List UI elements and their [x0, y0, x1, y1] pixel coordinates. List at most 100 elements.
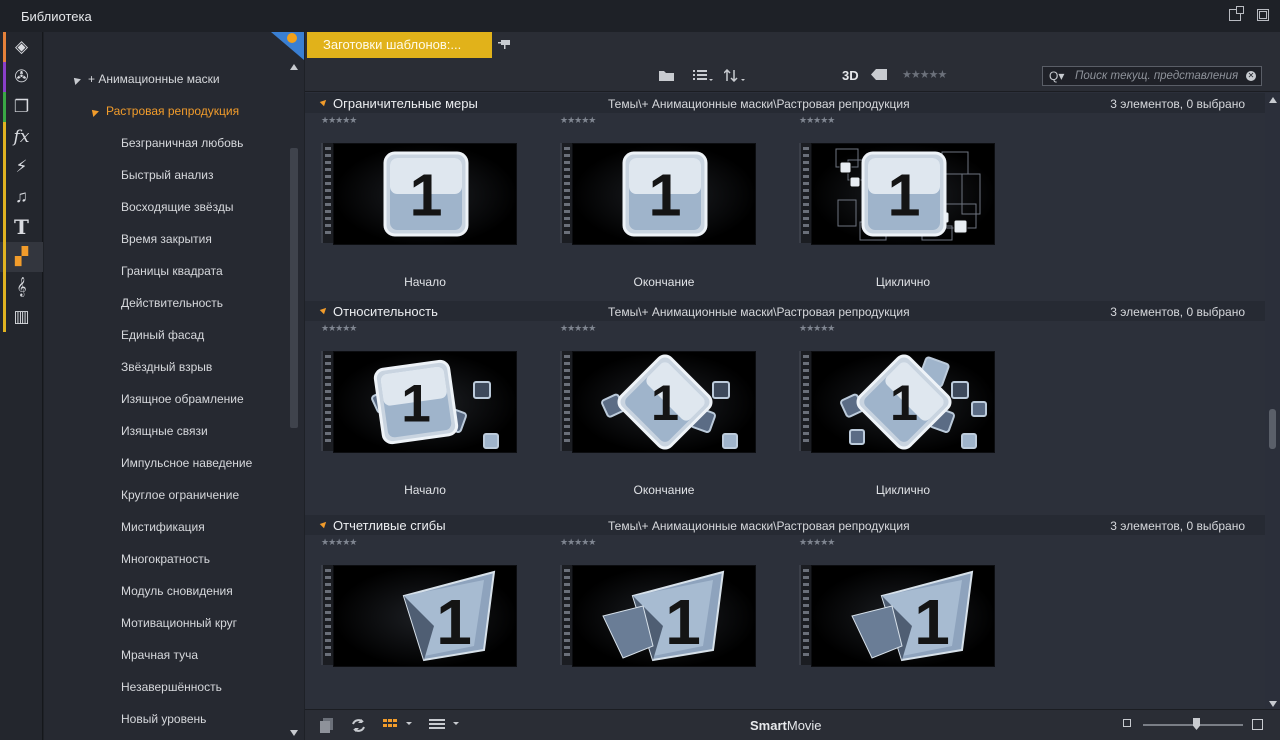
template-thumbnail[interactable]: 1	[572, 565, 756, 667]
3d-filter-button[interactable]: 3D	[842, 68, 859, 83]
tab-templates[interactable]: Заготовки шаблонов:...	[307, 32, 492, 58]
template-thumbnail[interactable]: 1	[333, 565, 517, 667]
expand-arrow-icon[interactable]	[71, 74, 81, 85]
copy-icon[interactable]	[320, 718, 334, 733]
template-thumbnail[interactable]: 1	[811, 351, 995, 453]
tree-scrollbar[interactable]	[289, 62, 299, 738]
tree-item[interactable]: Звёздный взрыв	[121, 358, 212, 376]
tree-scroll-thumb[interactable]	[290, 148, 298, 428]
content-scrollbar[interactable]	[1265, 93, 1280, 709]
zoom-large-icon[interactable]	[1252, 719, 1263, 730]
template-thumbnail[interactable]: 1	[572, 143, 756, 245]
template-thumbnail[interactable]: 1	[811, 565, 995, 667]
tag-filter-icon[interactable]	[871, 69, 887, 80]
section-count: 3 элементов, 0 выбрано	[1110, 305, 1245, 319]
template-thumbnail[interactable]: 1	[811, 143, 995, 245]
effects-icon-glyph: fx	[13, 127, 30, 147]
refresh-icon[interactable]	[351, 718, 366, 733]
templates-icon[interactable]: ▞	[0, 242, 43, 272]
film-reel-icon[interactable]: ✇	[0, 62, 43, 92]
template-item[interactable]: ★★★★★ 1	[783, 535, 995, 709]
tree-item[interactable]: Восходящие звёзды	[121, 198, 233, 216]
zoom-small-icon[interactable]	[1123, 719, 1131, 727]
folder-icon[interactable]	[658, 69, 675, 82]
expand-arrow-icon[interactable]	[89, 106, 99, 117]
template-thumbnail[interactable]: 1	[333, 143, 517, 245]
item-rating[interactable]: ★★★★★	[799, 323, 835, 334]
tree-item[interactable]: Многократность	[121, 550, 210, 568]
tree-item[interactable]: Изящные связи	[121, 422, 208, 440]
template-item[interactable]: ★★★★★ 1 Циклично	[783, 321, 995, 511]
template-section: Относительность Темы\+ Анимационные маск…	[305, 301, 1265, 515]
tree-item[interactable]: Импульсное наведение	[121, 454, 252, 472]
template-item[interactable]: ★★★★★ 1	[544, 535, 756, 709]
tree-item[interactable]: Время закрытия	[121, 230, 212, 248]
clips-icon[interactable]: ❐	[0, 92, 43, 122]
item-rating[interactable]: ★★★★★	[799, 115, 835, 126]
tree-item-selected[interactable]: Растровая репродукция	[89, 102, 239, 120]
template-item[interactable]: ★★★★★ 1 Окончание	[544, 321, 756, 511]
sort-icon[interactable]	[724, 69, 748, 82]
template-item[interactable]: ★★★★★ 1	[305, 535, 517, 709]
tree-item[interactable]: Действительность	[121, 294, 223, 312]
list-view-icon[interactable]	[693, 69, 713, 82]
item-rating[interactable]: ★★★★★	[560, 323, 596, 334]
titles-icon[interactable]: T	[0, 212, 43, 242]
transitions-icon[interactable]: ⚡	[0, 152, 43, 182]
tree-item[interactable]: Новый уровень	[121, 710, 206, 728]
tree-item[interactable]: Мистификация	[121, 518, 205, 536]
item-rating[interactable]: ★★★★★	[799, 537, 835, 548]
piano-icon[interactable]: ▥	[0, 302, 43, 332]
smartmovie-button[interactable]: SmartMovie	[750, 718, 822, 733]
tree-item[interactable]: Мотивационный круг	[121, 614, 237, 632]
item-rating[interactable]: ★★★★★	[321, 115, 357, 126]
tree-item[interactable]: Незавершённость	[121, 678, 222, 696]
template-thumbnail[interactable]: 1	[572, 351, 756, 453]
tree-item[interactable]: Мрачная туча	[121, 646, 198, 664]
clear-search-icon[interactable]: ✕	[1246, 71, 1256, 81]
tree-item[interactable]: Быстрый анализ	[121, 166, 214, 184]
pin-tab-icon[interactable]	[498, 38, 512, 50]
tree-item[interactable]: Единый фасад	[121, 326, 204, 344]
scroll-up-icon[interactable]	[290, 64, 298, 70]
section-header[interactable]: Ограничительные меры Темы\+ Анимационные…	[305, 93, 1265, 113]
item-rating[interactable]: ★★★★★	[321, 537, 357, 548]
item-rating[interactable]: ★★★★★	[560, 537, 596, 548]
search-icon[interactable]: Q▾	[1049, 69, 1064, 83]
project-bins-icon[interactable]: ◈	[0, 32, 43, 62]
tree-item[interactable]: Границы квадрата	[121, 262, 223, 280]
tree-item[interactable]: Круглое ограничение	[121, 486, 239, 504]
undock-icon[interactable]	[1229, 6, 1244, 21]
tree-item-animated-masks[interactable]: + Анимационные маски	[71, 70, 220, 88]
pin-icon[interactable]	[287, 33, 297, 43]
score-icon[interactable]: 𝄞	[0, 272, 43, 302]
template-item[interactable]: ★★★★★ 1 Окончание	[544, 113, 756, 303]
grid-view-icon[interactable]	[383, 718, 413, 731]
scroll-up-icon[interactable]	[1269, 97, 1277, 103]
rating-filter[interactable]: ★★★★★	[902, 68, 947, 81]
search-input[interactable]: Q▾ Поиск текущ. представления ✕	[1042, 66, 1262, 86]
collapse-arrow-icon[interactable]	[319, 305, 329, 315]
item-rating[interactable]: ★★★★★	[560, 115, 596, 126]
scroll-down-icon[interactable]	[290, 730, 298, 736]
scroll-down-icon[interactable]	[1269, 701, 1277, 707]
tree-item[interactable]: Модуль сновидения	[121, 582, 233, 600]
template-thumbnail[interactable]: 1	[333, 351, 517, 453]
template-item[interactable]: ★★★★★ 1 Начало	[305, 113, 517, 303]
tree-item[interactable]: Безграничная любовь	[121, 134, 243, 152]
collapse-arrow-icon[interactable]	[319, 97, 329, 107]
effects-icon[interactable]: fx	[0, 122, 43, 152]
collapse-arrow-icon[interactable]	[319, 519, 329, 529]
template-item[interactable]: ★★★★★ 1 Начало	[305, 321, 517, 511]
template-item[interactable]: ★★★★★ 1 Циклично	[783, 113, 995, 303]
section-header[interactable]: Отчетливые сгибы Темы\+ Анимационные мас…	[305, 515, 1265, 535]
window-title: Библиотека	[21, 9, 92, 24]
content-scroll-thumb[interactable]	[1269, 409, 1276, 449]
section-header[interactable]: Относительность Темы\+ Анимационные маск…	[305, 301, 1265, 321]
music-icon[interactable]: ♫	[0, 182, 43, 212]
zoom-slider-thumb[interactable]	[1193, 718, 1200, 730]
item-rating[interactable]: ★★★★★	[321, 323, 357, 334]
restore-icon[interactable]	[1257, 9, 1269, 21]
tree-item[interactable]: Изящное обрамление	[121, 390, 244, 408]
details-view-icon[interactable]	[429, 718, 461, 731]
